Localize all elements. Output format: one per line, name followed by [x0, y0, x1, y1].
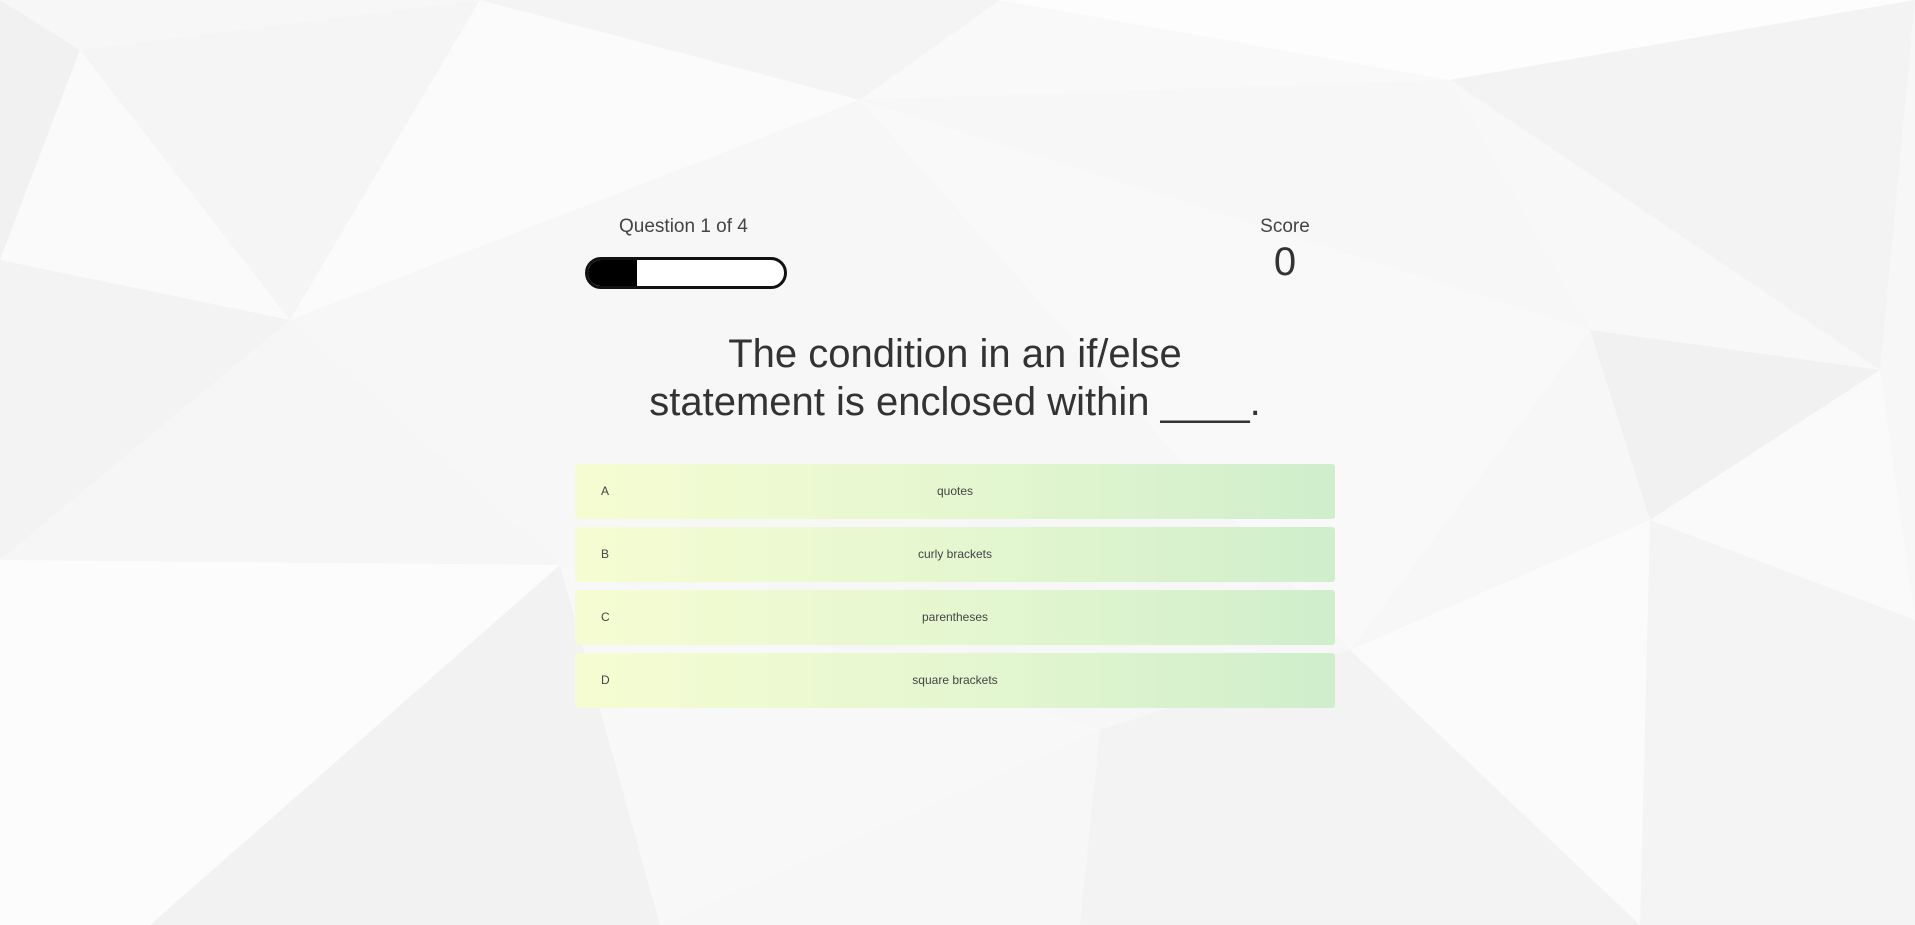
quiz-container: Question 1 of 4 Score 0 The condition in… — [575, 200, 1335, 716]
choice-option-c[interactable]: C parentheses — [575, 590, 1335, 645]
hud: Question 1 of 4 Score 0 — [575, 200, 1335, 300]
choice-option-a[interactable]: A quotes — [575, 464, 1335, 519]
score-value: 0 — [1273, 240, 1297, 284]
choices-list: A quotes B curly brackets C parentheses … — [575, 464, 1335, 708]
choice-text: parentheses — [921, 610, 989, 624]
choice-option-d[interactable]: D square brackets — [575, 653, 1335, 708]
score-label: Score — [1260, 216, 1310, 237]
question-text: The condition in an if/else statement is… — [649, 332, 1261, 424]
choice-text: curly brackets — [917, 547, 993, 561]
choice-option-b[interactable]: B curly brackets — [575, 527, 1335, 582]
progress-bar-fill — [588, 260, 637, 286]
choice-text: square brackets — [912, 673, 998, 687]
progress-bar — [585, 257, 787, 289]
question-counter: Question 1 of 4 — [619, 216, 748, 237]
choice-text: quotes — [936, 484, 974, 498]
